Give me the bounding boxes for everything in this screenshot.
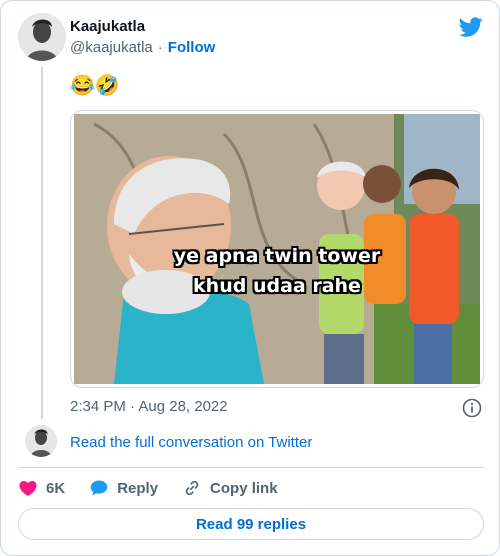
- read-replies-button[interactable]: Read 99 replies: [18, 508, 484, 540]
- copy-link-label: Copy link: [210, 479, 278, 497]
- copy-link-button[interactable]: Copy link: [182, 478, 278, 498]
- meme-caption-line1: ye apna twin tower: [173, 245, 381, 267]
- tweet-media-image[interactable]: ye apna twin tower khud udaa rahe: [70, 110, 484, 388]
- like-count: 6K: [46, 479, 66, 497]
- reply-bubble-icon: [90, 480, 108, 496]
- follow-button[interactable]: Follow: [168, 39, 216, 56]
- separator-dot: ·: [157, 39, 163, 56]
- tweet-embed-card: Kaajukatla @kaajukatla · Follow 😂🤣 ye ap…: [0, 0, 500, 556]
- author-name[interactable]: Kaajukatla: [70, 18, 145, 35]
- author-handle[interactable]: @kaajukatla: [70, 39, 153, 56]
- action-bar: 6K Reply Copy link: [18, 477, 302, 499]
- tweet-timestamp[interactable]: 2:34 PM · Aug 28, 2022: [70, 398, 228, 415]
- reply-label: Reply: [117, 479, 159, 497]
- author-handle-row: @kaajukatla · Follow: [70, 39, 215, 56]
- heart-icon: [19, 480, 37, 496]
- author-avatar-small[interactable]: [25, 425, 57, 457]
- tweet-text: 😂🤣: [70, 75, 120, 97]
- read-conversation-link[interactable]: Read the full conversation on Twitter: [70, 434, 312, 451]
- reply-button[interactable]: Reply: [89, 478, 158, 498]
- divider: [18, 467, 484, 468]
- link-icon: [185, 480, 199, 496]
- author-avatar[interactable]: [18, 13, 66, 61]
- info-icon[interactable]: [462, 398, 482, 418]
- meme-caption-line2: khud udaa rahe: [193, 275, 361, 297]
- twitter-bird-icon[interactable]: [459, 15, 483, 39]
- like-button[interactable]: 6K: [18, 478, 65, 498]
- thread-line: [41, 67, 43, 419]
